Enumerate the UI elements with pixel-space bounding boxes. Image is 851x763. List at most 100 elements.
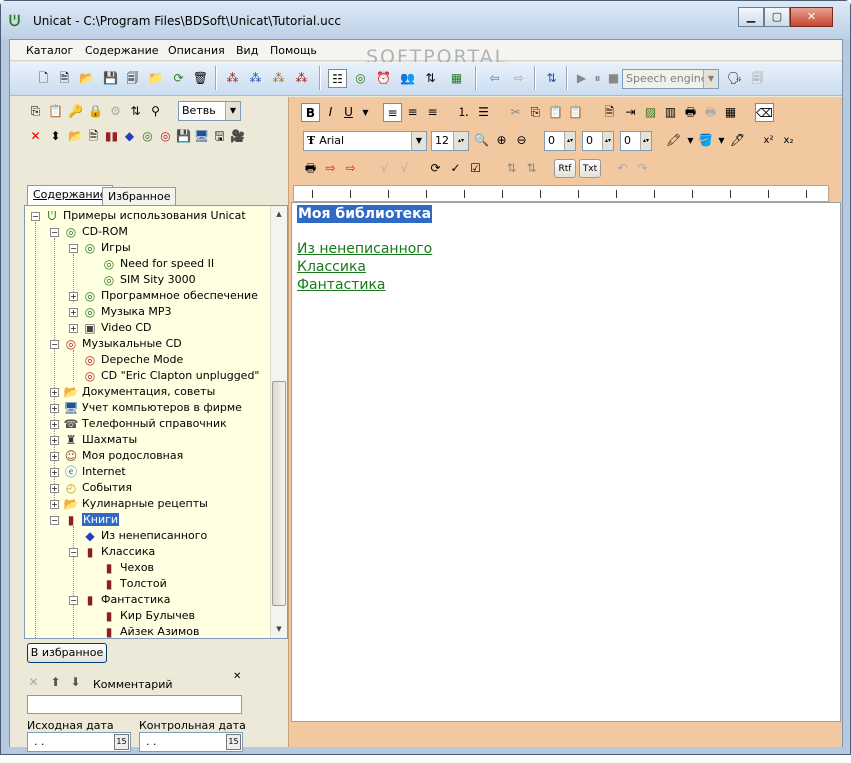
tree-node[interactable]: + ◴ События	[50, 480, 132, 496]
zoom-icon[interactable]: 🔍	[472, 131, 491, 150]
image-icon[interactable]: ▨	[641, 103, 660, 122]
zoom-in-icon[interactable]: ⊕	[492, 131, 511, 150]
open-folder-icon[interactable]: 📂	[77, 69, 96, 88]
font-select[interactable]: Ŧ Arial ▼	[303, 131, 427, 151]
editor-link[interactable]: Классика	[297, 259, 366, 275]
tree-node[interactable]: ▮ Толстой	[88, 576, 167, 592]
catalog-tree[interactable]: − ᕫ Примеры использования Unicat − ◎ CD-ROM − ◎…	[24, 205, 288, 639]
scroll-down-icon[interactable]: ▼	[272, 622, 286, 637]
tree-node[interactable]: ◎ CD "Eric Clapton unplugged"	[69, 368, 260, 384]
save-icon[interactable]: 💾	[174, 127, 193, 146]
expand-icon[interactable]: +	[50, 435, 59, 445]
minimize-button[interactable]: ▁	[738, 7, 764, 27]
tree-node[interactable]: − ◎ Музыкальные CD	[50, 336, 182, 352]
sort-az-icon[interactable]: ⇅	[421, 69, 440, 88]
align-right-icon[interactable]: ≡	[423, 103, 442, 122]
folder-icon[interactable]: 📁	[146, 69, 165, 88]
collapse-icon[interactable]: −	[69, 547, 78, 557]
comment-input[interactable]	[27, 695, 242, 714]
tree-node[interactable]: + ◎ Программное обеспечение	[69, 288, 258, 304]
scroll-up-icon[interactable]: ▲	[272, 207, 286, 222]
print-icon[interactable]: 🖶	[301, 159, 320, 178]
tree-node[interactable]: ◆ Из ненеписанного	[69, 528, 207, 544]
folder-icon[interactable]: 📂	[66, 127, 85, 146]
tree-node[interactable]: − ◎ CD-ROM	[50, 224, 128, 240]
redo-icon[interactable]: ↷	[633, 159, 652, 178]
indent-icon[interactable]: ⇥	[621, 103, 640, 122]
tree-delete-icon[interactable]: ⁂	[292, 69, 311, 88]
tree-node[interactable]: + ▣ Video CD	[69, 320, 151, 336]
people-icon[interactable]: 👥	[398, 69, 417, 88]
checklist-icon[interactable]: ☑	[466, 159, 485, 178]
tree-node[interactable]: ◎ Depeche Mode	[69, 352, 184, 368]
tree-node[interactable]: + ☺ Моя родословная	[50, 448, 183, 464]
rtf-button[interactable]: Rtf	[554, 159, 576, 178]
txt-button[interactable]: Txt	[579, 159, 601, 178]
numbered-list-icon[interactable]: ⒈	[454, 103, 473, 122]
rich-text-editor[interactable]: Моя библиотека Из ненеписанного Классика…	[291, 202, 841, 722]
scroll-thumb[interactable]	[272, 381, 286, 606]
tab-favorites[interactable]: Избранное	[102, 187, 177, 207]
start-date-field[interactable]: . . 15	[27, 732, 131, 752]
superscript-icon[interactable]: x²	[759, 131, 778, 150]
expand-icon[interactable]: +	[50, 483, 59, 493]
cut-icon[interactable]: ✂	[506, 103, 525, 122]
new-catalog-icon[interactable]: 🗎	[55, 69, 74, 88]
editor-link[interactable]: Фантастика	[297, 277, 386, 293]
menu-view[interactable]: Вид	[236, 44, 258, 57]
tree-node[interactable]: ▮ Айзек Азимов	[88, 624, 200, 638]
sqrt-icon[interactable]: √	[375, 159, 394, 178]
refresh-icon[interactable]: ⟳	[169, 69, 188, 88]
expand-icon[interactable]: +	[50, 419, 59, 429]
indent-right-spinner[interactable]: 0 ▴▾	[620, 131, 652, 151]
computer-icon[interactable]: 🖥	[192, 127, 211, 146]
align-center-icon[interactable]: ≡	[403, 103, 422, 122]
tree-node[interactable]: ▮ Кир Булычев	[88, 608, 195, 624]
ruler[interactable]	[293, 185, 829, 202]
menu-contents[interactable]: Содержание	[85, 44, 159, 57]
editor-link[interactable]: Из ненеписанного	[297, 241, 432, 257]
italic-button[interactable]: I	[321, 103, 340, 122]
indent-first-spinner[interactable]: 0 ▴▾	[582, 131, 614, 151]
tree-node[interactable]: − ◎ Игры	[69, 240, 131, 256]
eraser-icon[interactable]: ⌫	[755, 103, 774, 122]
up-down-icon[interactable]: ⬍	[46, 127, 65, 146]
font-size-spinner[interactable]: 12 ▴▾	[431, 131, 469, 151]
sort-icon[interactable]: ⇅	[126, 102, 145, 121]
title-bar[interactable]: ᕫ Unicat - C:\Program Files\BDSoft\Unica…	[1, 1, 850, 39]
tree-scrollbar[interactable]: ▲ ▼	[270, 206, 287, 638]
back-arrow-icon[interactable]: ⇦	[485, 69, 504, 88]
print-icon[interactable]: 🖶	[681, 103, 700, 122]
speech-engine-select[interactable]: Speech engines ▼	[622, 69, 719, 89]
forward-arrow-icon[interactable]: ⇨	[509, 69, 528, 88]
book-icon[interactable]: ◆	[120, 127, 139, 146]
delete-x-icon[interactable]: ✕	[26, 127, 45, 146]
down-arrow-icon[interactable]: ⬇	[66, 673, 85, 692]
tree-node[interactable]: + ♜ Шахматы	[50, 432, 137, 448]
close-button[interactable]: ✕	[790, 7, 833, 27]
cd-icon[interactable]: ◎	[351, 69, 370, 88]
control-date-field[interactable]: . . 15	[139, 732, 243, 752]
bold-button[interactable]: B	[301, 103, 320, 122]
collapse-icon[interactable]: −	[31, 211, 40, 221]
expand-icon[interactable]: +	[69, 323, 78, 333]
maximize-button[interactable]: ▢	[764, 7, 790, 27]
speaker-person-icon[interactable]: 🗣	[725, 69, 744, 88]
lock-icon[interactable]: 🔒	[86, 102, 105, 121]
copy-icon[interactable]: ⎘	[26, 102, 45, 121]
tree-node[interactable]: − ᕫ Примеры использования Unicat	[31, 208, 246, 224]
expand-icon[interactable]: +	[50, 387, 59, 397]
spellcheck-icon[interactable]: ✓	[446, 159, 465, 178]
color-picker-icon[interactable]: 🖊	[728, 131, 747, 150]
tree-child-icon[interactable]: ⁂	[246, 69, 265, 88]
tree-node[interactable]: − ▮ Книги	[50, 512, 120, 528]
insert-object-icon[interactable]: 🗎	[600, 103, 619, 122]
alarm-clock-icon[interactable]: ⏰	[374, 69, 393, 88]
sqrt-alt-icon[interactable]: √	[395, 159, 414, 178]
paste-icon[interactable]: 📋	[546, 103, 565, 122]
menu-help[interactable]: Помощь	[270, 44, 317, 57]
tree-sibling-icon[interactable]: ⁂	[269, 69, 288, 88]
paste-special-icon[interactable]: 📋	[566, 103, 585, 122]
collapse-icon[interactable]: −	[69, 243, 78, 253]
calculator-icon[interactable]: ▦	[447, 69, 466, 88]
